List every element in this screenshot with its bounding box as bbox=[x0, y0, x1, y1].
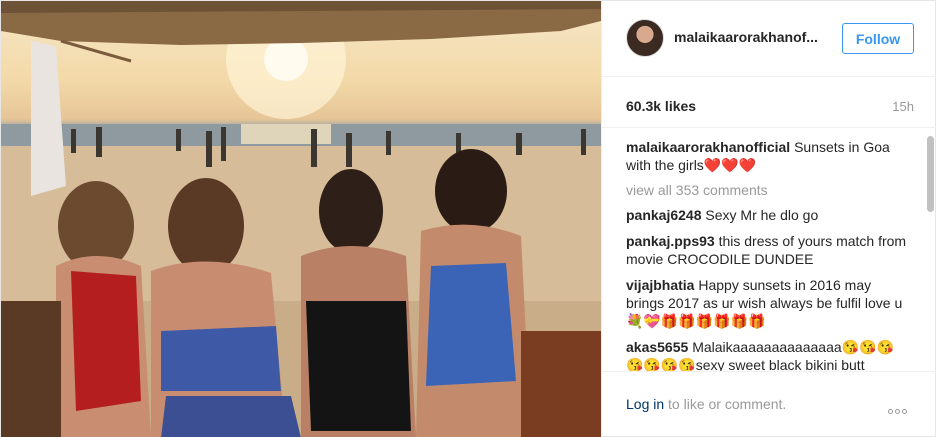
caption-author[interactable]: malaikaarorakhanofficial bbox=[626, 139, 790, 155]
comment-item: pankaj6248 Sexy Mr he dlo go bbox=[626, 206, 908, 224]
avatar[interactable] bbox=[626, 19, 664, 57]
post-side-panel: malaikaarorakhanof... Follow 60.3k likes… bbox=[601, 1, 936, 437]
follow-button[interactable]: Follow bbox=[842, 23, 914, 54]
comments-scrollbar[interactable] bbox=[927, 136, 934, 212]
comments-section[interactable]: malaikaarorakhanofficial Sunsets in Goa … bbox=[602, 127, 936, 371]
post-header: malaikaarorakhanof... Follow bbox=[602, 1, 936, 77]
likes-count[interactable]: 60.3k likes bbox=[626, 98, 696, 114]
post-photo[interactable] bbox=[1, 1, 601, 437]
comment-author[interactable]: pankaj6248 bbox=[626, 207, 702, 223]
comment-item: pankaj.pps93 this dress of yours match f… bbox=[626, 232, 908, 268]
login-prompt-text: to like or comment. bbox=[664, 396, 787, 412]
comment-author[interactable]: akas5655 bbox=[626, 339, 688, 355]
comments-list: malaikaarorakhanofficial Sunsets in Goa … bbox=[626, 138, 908, 371]
caption: malaikaarorakhanofficial Sunsets in Goa … bbox=[626, 138, 908, 174]
post-timestamp[interactable]: 15h bbox=[892, 99, 914, 114]
dot-icon bbox=[895, 409, 900, 414]
comment-author[interactable]: pankaj.pps93 bbox=[626, 233, 715, 249]
dot-icon bbox=[902, 409, 907, 414]
username-link[interactable]: malaikaarorakhanof... bbox=[674, 29, 824, 45]
likes-row: 60.3k likes 15h bbox=[626, 98, 914, 118]
comment-text: Sexy Mr he dlo go bbox=[705, 207, 819, 223]
comment-item: vijajbhatia Happy sunsets in 2016 may br… bbox=[626, 276, 908, 330]
comment-author[interactable]: vijajbhatia bbox=[626, 277, 694, 293]
dot-icon bbox=[888, 409, 893, 414]
beach-scene-image bbox=[1, 1, 601, 437]
post-card: malaikaarorakhanof... Follow 60.3k likes… bbox=[0, 0, 936, 437]
login-link[interactable]: Log in bbox=[626, 396, 664, 412]
view-all-comments-link[interactable]: view all 353 comments bbox=[626, 182, 908, 198]
comment-item: akas5655 Malaikaaaaaaaaaaaaaa😘😘😘😘😘😘😘sexy… bbox=[626, 338, 908, 371]
post-footer: Log in to like or comment. bbox=[602, 371, 936, 437]
login-prompt: Log in to like or comment. bbox=[626, 396, 786, 412]
more-options-icon[interactable] bbox=[888, 401, 914, 414]
